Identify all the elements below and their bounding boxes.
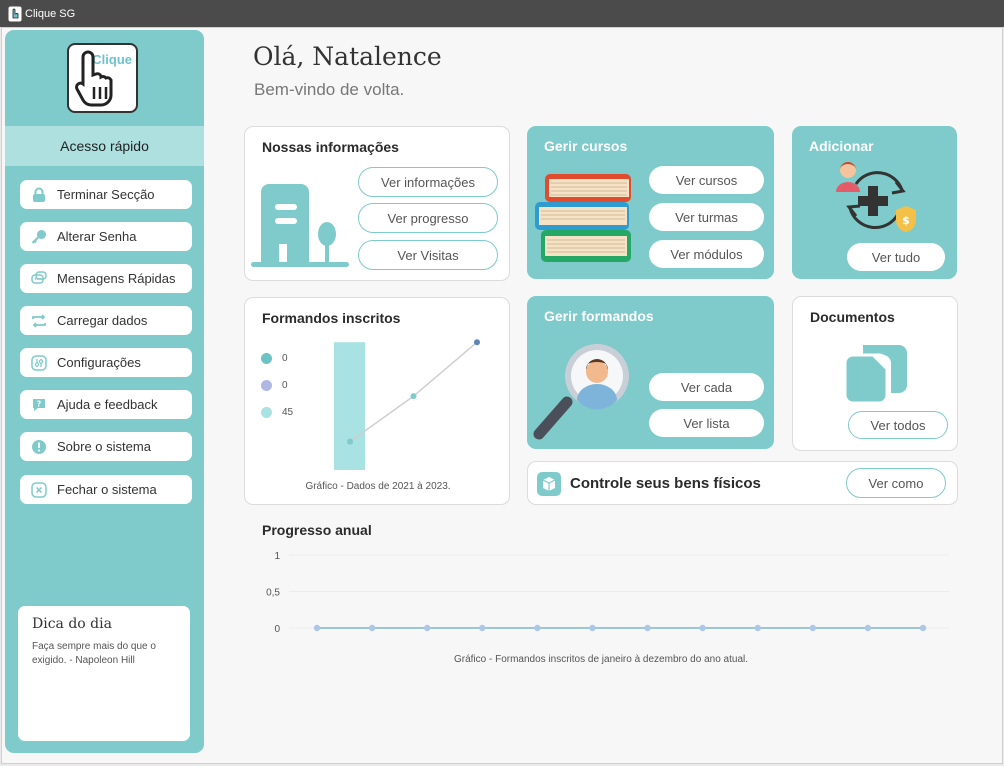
series-point [699,624,706,632]
series-point [589,624,596,632]
chart-bar [334,342,365,470]
series-point [919,624,927,632]
view-each-button[interactable]: Ver cada [649,373,764,401]
change-password-button[interactable]: Alterar Senha [20,222,192,251]
annual-progress-caption: Gráfico - Formandos inscritos de janeiro… [453,654,749,665]
end-session-button[interactable]: Terminar Secção [20,180,192,209]
chart-point [347,438,353,445]
about-system-label: Sobre o sistema [57,439,151,454]
physical-assets-card: Controle seus bens físicos Ver como [527,461,958,505]
change-password-label: Alterar Senha [57,229,137,244]
view-how-button[interactable]: Ver como [846,468,946,498]
quick-messages-label: Mensagens Rápidas [57,271,176,286]
main-window: Clique Acesso rápido Terminar Secção Alt… [1,27,1003,764]
books-icon [535,174,631,262]
building-icon [251,184,349,267]
about-system-button[interactable]: Sobre o sistema [20,432,192,461]
y-tick-label: 0,5 [266,588,280,599]
series-point [534,624,541,632]
documents-card: Documentos Ver todos [792,296,958,451]
settings-label: Configurações [57,355,141,370]
welcome-subtitle: Bem-vindo de volta. [254,80,405,99]
view-info-button[interactable]: Ver informações [358,167,498,197]
svg-text:?: ? [37,399,42,408]
view-all-button[interactable]: Ver tudo [847,243,945,271]
series-point [644,624,651,632]
svg-text:$: $ [902,214,910,227]
chat-icon [30,270,48,288]
close-system-button[interactable]: Fechar o sistema [20,475,192,504]
documents-icon [843,345,907,405]
series-point [423,624,431,632]
window-title: Clique SG [25,7,76,20]
help-feedback-label: Ajuda e feedback [57,397,158,412]
tip-of-the-day: Dica do dia Faça sempre mais do que o ex… [18,606,190,741]
view-classes-button[interactable]: Ver turmas [649,203,764,231]
quick-messages-button[interactable]: Mensagens Rápidas [20,264,192,293]
series-point [313,624,321,632]
view-modules-button[interactable]: Ver módulos [649,240,764,268]
tip-title: Dica do dia [32,616,112,632]
view-all-documents-button[interactable]: Ver todos [848,411,948,439]
load-data-label: Carregar dados [57,313,148,328]
close-icon [30,481,48,499]
info-icon [30,438,48,456]
magnifier-person-icon [533,344,629,440]
manage-courses-title: Gerir cursos [544,138,628,154]
add-card: Adicionar $ Ver tudo [792,126,957,279]
help-feedback-button[interactable]: ? Ajuda e feedback [20,390,192,419]
view-progress-button[interactable]: Ver progresso [358,203,498,233]
close-system-label: Fechar o sistema [57,482,157,497]
series-point [809,624,817,632]
annual-progress-title: Progresso anual [262,522,372,538]
refresh-icon [30,312,48,330]
chart-trend-line [349,341,478,443]
y-tick-label: 0 [274,624,280,635]
hand-cursor-icon [75,50,113,107]
app-logo: Clique [67,43,138,113]
info-card: Nossas informações Ver informações Ver p… [244,126,510,281]
enrolled-trainees-caption: Gráfico - Dados de 2021 à 2023. [305,481,451,492]
series-point [864,624,872,632]
end-session-label: Terminar Secção [57,187,155,202]
window-titlebar: Clique SG [0,0,1004,27]
greeting-heading: Olá, Natalence [253,42,442,71]
chart-point [410,393,417,400]
view-visits-button[interactable]: Ver Visitas [358,240,498,270]
quick-access-header: Acesso rápido [5,126,204,166]
settings-button[interactable]: Configurações [20,348,192,377]
add-card-title: Adicionar [809,138,874,154]
chart-point [474,339,480,346]
app-hand-icon [8,6,22,21]
load-data-button[interactable]: Carregar dados [20,306,192,335]
add-user-icon: $ [836,162,917,232]
tip-text: Faça sempre mais do que o exigido. - Nap… [32,641,156,666]
series-point [479,624,486,632]
view-list-button[interactable]: Ver lista [649,409,764,437]
box-icon [537,472,561,496]
key-icon [30,228,48,246]
info-card-title: Nossas informações [262,139,399,155]
enrolled-trainees-card: Formandos inscritos 0 0 45 Gráfico - Dados… [244,297,510,505]
manage-trainees-title: Gerir formandos [544,308,654,324]
enrolled-trainees-chart [334,339,480,470]
view-courses-button[interactable]: Ver cursos [649,166,764,194]
series-point [368,624,376,632]
physical-assets-title: Controle seus bens físicos [570,475,761,492]
annual-progress-chart: 10,50 [266,551,949,635]
y-tick-label: 1 [274,551,280,562]
manage-courses-card: Gerir cursos Ver cursos Ver turmas Ver m… [527,126,774,279]
help-icon: ? [30,396,48,414]
settings-icon [30,354,48,372]
manage-trainees-card: Gerir formandos Ver cada Ver lista [527,296,774,449]
sidebar: Clique Acesso rápido Terminar Secção Alt… [5,30,204,753]
series-point [754,624,761,632]
lock-icon [30,186,48,204]
documents-title: Documentos [810,309,895,325]
